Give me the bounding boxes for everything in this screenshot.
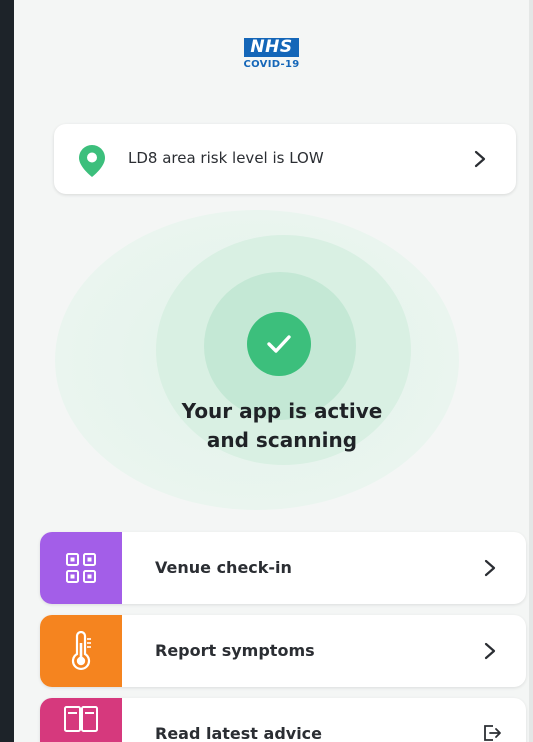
thermometer-icon — [71, 631, 91, 671]
venue-check-in-button[interactable]: Venue check-in — [40, 532, 526, 604]
covid-logo-subtitle: COVID-19 — [243, 59, 300, 70]
qr-code-icon — [66, 553, 96, 583]
location-pin-icon — [79, 145, 105, 177]
check-icon — [267, 335, 291, 353]
chevron-right-icon — [474, 150, 486, 168]
symptoms-tile — [40, 615, 122, 687]
home-screen: NHS COVID-19 LD8 area risk level is LOW … — [14, 0, 529, 742]
active-status-badge — [247, 312, 311, 376]
report-symptoms-label: Report symptoms — [155, 641, 315, 660]
venue-tile — [40, 532, 122, 604]
status-line-1: Your app is active — [181, 399, 383, 423]
read-latest-advice-label: Read latest advice — [155, 724, 323, 742]
status-line-2: and scanning — [206, 428, 358, 452]
advice-tile — [40, 698, 122, 742]
report-symptoms-button[interactable]: Report symptoms — [40, 615, 526, 687]
nhs-covid-logo: NHS COVID-19 — [14, 38, 529, 71]
read-latest-advice-button[interactable]: Read latest advice — [40, 698, 526, 742]
venue-check-in-label: Venue check-in — [155, 558, 292, 577]
chevron-right-icon — [484, 642, 496, 660]
nhs-logo-text: NHS — [244, 38, 299, 57]
area-risk-label: LD8 area risk level is LOW — [128, 149, 324, 167]
external-link-icon — [484, 725, 501, 741]
area-risk-card[interactable]: LD8 area risk level is LOW — [54, 124, 516, 194]
book-icon — [64, 706, 98, 732]
device-right-edge — [529, 0, 533, 742]
chevron-right-icon — [484, 559, 496, 577]
device-edge — [0, 0, 14, 742]
app-status-message: Your app is active and scanning — [114, 397, 450, 455]
